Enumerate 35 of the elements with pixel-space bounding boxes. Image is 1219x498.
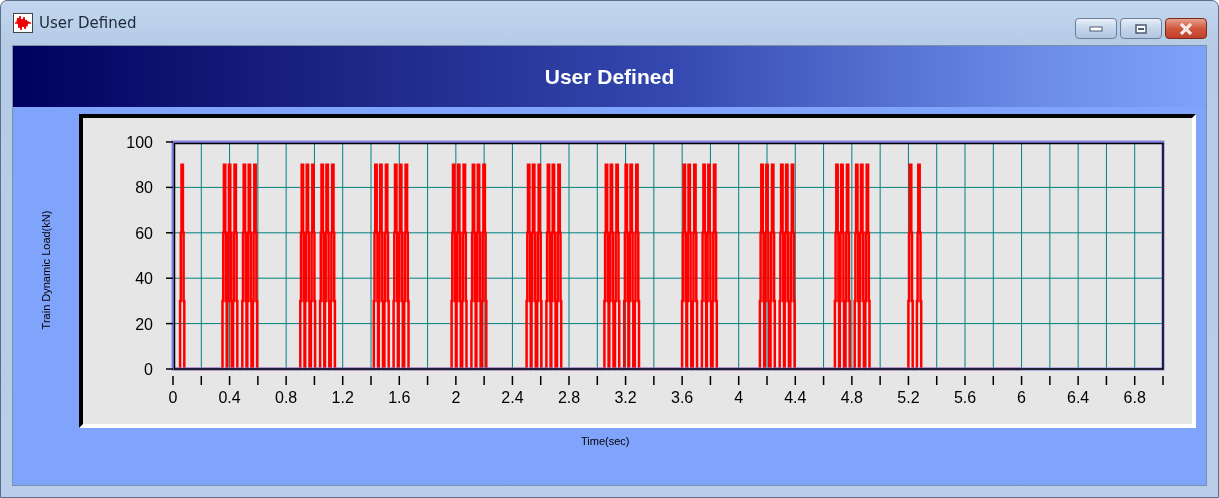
x-tick-label: 2.4 (501, 389, 524, 406)
y-tick-label: 100 (126, 134, 153, 151)
x-tick-label: 0 (168, 389, 178, 406)
minimize-icon (1089, 25, 1103, 32)
x-tick-label: 5.6 (953, 389, 977, 406)
close-button[interactable] (1165, 18, 1207, 39)
x-tick-label: 2.8 (557, 389, 581, 406)
x-tick-label: 3.6 (671, 389, 694, 406)
x-tick-label: 6.4 (1067, 389, 1090, 406)
x-tick-label: 4 (734, 389, 744, 406)
y-tick-label: 40 (135, 270, 153, 288)
maximize-icon (1135, 23, 1147, 34)
y-tick-label: 80 (135, 179, 153, 197)
x-tick-label: 0.4 (218, 389, 241, 406)
y-tick-label: 20 (135, 315, 153, 333)
waveform-icon (13, 13, 33, 33)
x-tick-label: 4.8 (840, 389, 863, 406)
maximize-button[interactable] (1120, 18, 1162, 39)
close-icon (1179, 22, 1193, 35)
x-tick-label: 1.2 (331, 389, 354, 406)
x-tick-label: 1.6 (388, 389, 411, 406)
y-tick-label: 0 (144, 361, 153, 378)
y-axis-label: Train Dynamic Load(kN) (40, 210, 52, 329)
y-tick-label: 60 (135, 224, 153, 242)
x-tick-label: 4.4 (784, 389, 807, 406)
x-tick-label: 3.2 (614, 389, 637, 406)
window-title: User Defined (39, 14, 137, 32)
x-tick-label: 6 (1017, 389, 1026, 406)
x-tick-label: 5.2 (897, 389, 920, 406)
x-tick-label: 2 (451, 389, 461, 406)
minimize-button[interactable] (1075, 18, 1117, 39)
x-tick-label: 0.8 (275, 389, 298, 406)
x-tick-label: 6.8 (1123, 389, 1146, 406)
x-axis-label: Time(sec) (581, 435, 630, 447)
header-title: User Defined (544, 64, 675, 89)
